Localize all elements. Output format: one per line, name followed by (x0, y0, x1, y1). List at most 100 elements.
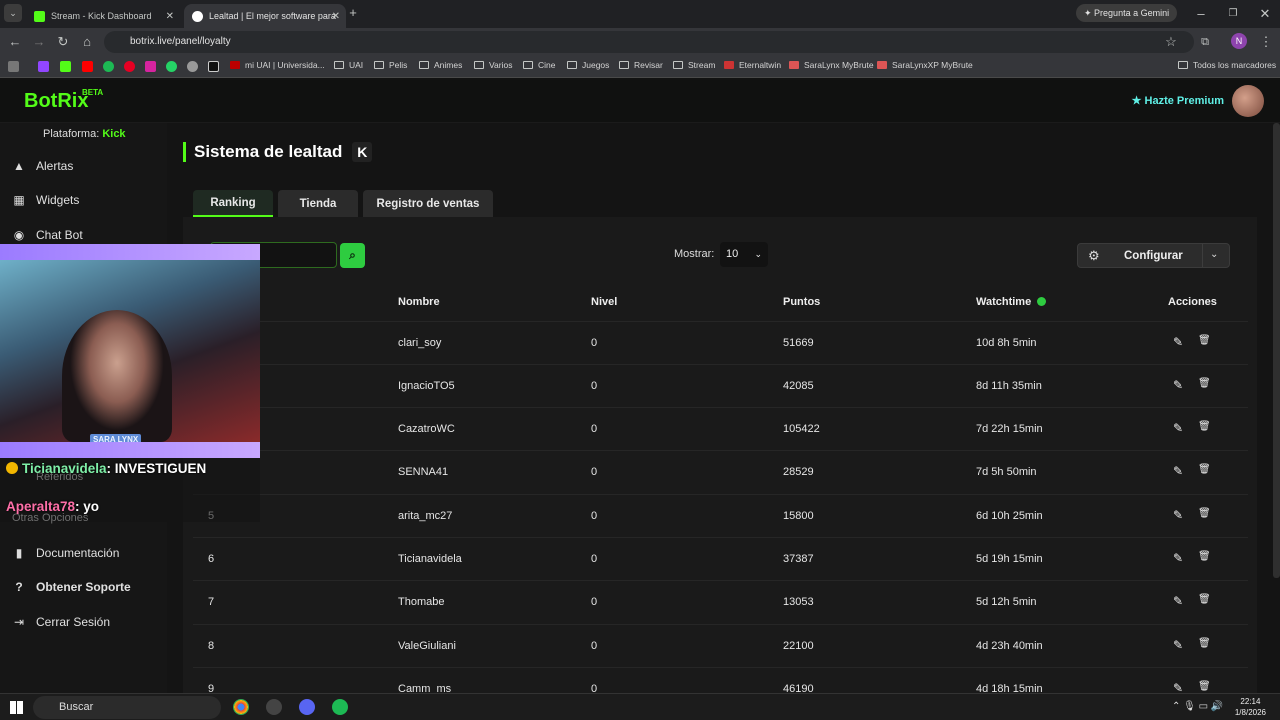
delete-icon[interactable]: 🗑 (1198, 638, 1211, 649)
edit-icon[interactable]: ✎ (1173, 638, 1183, 652)
tab-search-button[interactable]: ⌄ (4, 4, 22, 22)
tab-label: Tienda (299, 197, 337, 210)
search-button[interactable]: ⌕ (340, 243, 365, 268)
spotify-icon[interactable] (103, 61, 114, 72)
all-bookmarks[interactable]: Todos los marcadores (1178, 60, 1276, 70)
reload-button[interactable]: ↻ (54, 33, 72, 51)
sidebar-item-documentacion[interactable]: ▮ Documentación (12, 546, 120, 560)
bookmark-folder[interactable]: Animes (419, 60, 462, 70)
sidebar-item-label: Documentación (36, 546, 120, 560)
edit-icon[interactable]: ✎ (1173, 464, 1183, 478)
bookmark-mybrute[interactable]: SaraLynx MyBrute (789, 60, 874, 70)
delete-icon[interactable]: 🗑 (1198, 551, 1211, 562)
maximize-button[interactable]: ❐ (1224, 5, 1242, 23)
page-size-select[interactable]: 10 ⌄ (720, 242, 768, 267)
bookmark-folder[interactable]: UAI (334, 60, 363, 70)
chrome-icon[interactable] (233, 699, 249, 715)
delete-icon[interactable]: 🗑 (1198, 378, 1211, 389)
edit-icon[interactable]: ✎ (1173, 335, 1183, 349)
configure-button[interactable]: ⚙ Configurar ⌄ (1077, 243, 1230, 268)
obs-icon[interactable] (266, 699, 282, 715)
tab-ranking[interactable]: Ranking (193, 190, 273, 217)
edit-icon[interactable]: ✎ (1173, 594, 1183, 608)
whatsapp-icon[interactable] (166, 61, 177, 72)
address-bar[interactable]: botrix.live/panel/loyalty (104, 31, 1194, 53)
minimize-button[interactable]: – (1192, 5, 1210, 23)
premium-link[interactable]: ★ Hazte Premium (1132, 94, 1224, 107)
bookmark-folder[interactable]: Juegos (567, 60, 609, 70)
delete-icon[interactable]: 🗑 (1198, 335, 1211, 346)
discord-icon[interactable] (299, 699, 315, 715)
info-icon[interactable] (1037, 297, 1047, 306)
sidebar-item-label: Obtener Soporte (36, 580, 131, 594)
level-cell: 0 (591, 640, 598, 652)
forward-button[interactable]: → (30, 33, 48, 51)
page-scrollbar[interactable] (1273, 123, 1280, 578)
bookmark-folder[interactable]: Stream (673, 60, 715, 70)
kick-icon[interactable] (60, 61, 71, 72)
pinterest-icon[interactable] (124, 61, 135, 72)
bookmark-folder[interactable]: Cine (523, 60, 555, 70)
apps-icon[interactable] (8, 61, 19, 72)
edit-icon[interactable]: ✎ (1173, 508, 1183, 522)
column-header-nombre[interactable]: Nombre (398, 296, 440, 308)
chevron-down-icon[interactable]: ⌄ (1210, 249, 1218, 260)
bookmark-folder[interactable]: Varios (474, 60, 512, 70)
new-tab-button[interactable]: + (344, 4, 362, 22)
search-icon: ⌕ (349, 248, 356, 262)
tab-tienda[interactable]: Tienda (278, 190, 358, 217)
table-row: CazatroWC 0 105422 7d 22h 15min ✎ 🗑 (193, 407, 1248, 450)
tab-kick-dashboard[interactable]: Stream - Kick Dashboard ✕ (26, 4, 180, 28)
back-button[interactable]: ← (6, 33, 24, 51)
sidebar-item-cerrar-sesion[interactable]: ⇥ Cerrar Sesión (12, 615, 110, 629)
home-button[interactable]: ⌂ (78, 33, 96, 51)
bookmark-mybrute-xp[interactable]: SaraLynxXP MyBrute (877, 60, 973, 70)
sidebar-item-soporte[interactable]: ? Obtener Soporte (12, 580, 131, 594)
windows-taskbar: Buscar ⌃ 🎙 ▭ 🔊 22:14 1/8/2026 (0, 693, 1280, 720)
gemini-button[interactable]: ✦ Pregunta a Gemini (1076, 4, 1178, 22)
warning-icon: ▲ (13, 159, 25, 173)
chat-text: : yo (75, 499, 100, 514)
close-icon[interactable]: ✕ (332, 11, 340, 22)
window-close-button[interactable]: ✕ (1256, 5, 1274, 23)
sidebar-item-widgets[interactable]: ▦ Widgets (12, 193, 79, 207)
sidebar-item-alertas[interactable]: ▲ Alertas (12, 159, 73, 173)
close-icon[interactable]: ✕ (166, 11, 174, 22)
menu-icon[interactable]: ⋮ (1257, 33, 1275, 51)
delete-icon[interactable]: 🗑 (1198, 464, 1211, 475)
botrix-logo[interactable]: BotRix BETA (24, 88, 103, 113)
bookmark-eternaltwin[interactable]: Eternaltwin (724, 60, 781, 70)
spotify-icon[interactable] (332, 699, 348, 715)
extensions-icon[interactable]: ⧉ (1196, 33, 1214, 51)
github-icon[interactable] (187, 61, 198, 72)
edit-icon[interactable]: ✎ (1173, 378, 1183, 392)
taskbar-search[interactable]: Buscar (33, 696, 221, 719)
windows-start-icon[interactable] (10, 701, 23, 714)
delete-icon[interactable]: 🗑 (1198, 508, 1211, 519)
column-header-watchtime[interactable]: Watchtime (976, 296, 1047, 308)
tiktok-icon[interactable] (208, 61, 219, 72)
tab-loyalty[interactable]: Lealtad | El mejor software para ✕ (184, 4, 346, 28)
bookmark-folder[interactable]: Revisar (619, 60, 663, 70)
column-header-nivel[interactable]: Nivel (591, 296, 617, 308)
profile-avatar[interactable]: N (1231, 33, 1247, 49)
column-header-puntos[interactable]: Puntos (783, 296, 820, 308)
instagram-icon[interactable] (145, 61, 156, 72)
bookmark-folder[interactable]: Pelis (374, 60, 407, 70)
tab-registro-ventas[interactable]: Registro de ventas (363, 190, 493, 217)
bookmark-star-icon[interactable]: ☆ (1162, 33, 1180, 51)
taskbar-clock[interactable]: 22:14 1/8/2026 (1235, 696, 1266, 718)
youtube-icon[interactable] (82, 61, 93, 72)
twitch-icon[interactable] (38, 61, 49, 72)
edit-icon[interactable]: ✎ (1173, 551, 1183, 565)
app-header: BotRix BETA ★ Hazte Premium (0, 80, 1280, 123)
user-avatar[interactable] (1232, 85, 1264, 117)
delete-icon[interactable]: 🗑 (1198, 594, 1211, 605)
edit-icon[interactable]: ✎ (1173, 421, 1183, 435)
system-tray-icons[interactable]: ⌃ 🎙 ▭ 🔊 (1172, 701, 1223, 712)
level-cell: 0 (591, 596, 598, 608)
delete-icon[interactable]: 🗑 (1198, 681, 1211, 692)
sidebar-item-chat-bot[interactable]: ◉ Chat Bot (12, 228, 83, 242)
delete-icon[interactable]: 🗑 (1198, 421, 1211, 432)
bookmark-uai-portal[interactable]: mi UAI | Universida... (230, 60, 325, 70)
